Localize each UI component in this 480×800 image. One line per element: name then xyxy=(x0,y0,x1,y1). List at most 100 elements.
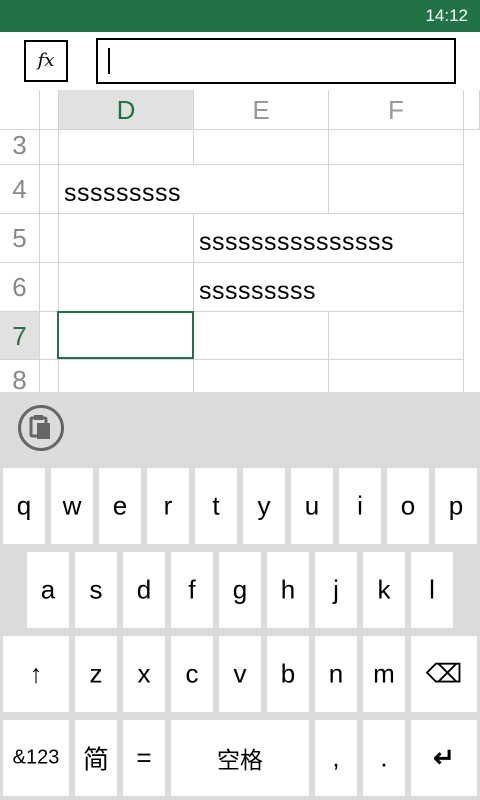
cell-f4[interactable] xyxy=(329,165,464,214)
cell-e6-text: sssssssss xyxy=(199,277,316,305)
key-y[interactable]: y xyxy=(243,468,285,544)
suggestion-bar xyxy=(0,392,480,466)
key-label: y xyxy=(257,490,271,521)
shift-key[interactable]: ↑ xyxy=(3,636,69,712)
clipboard-button[interactable] xyxy=(18,405,64,451)
key-label: m xyxy=(373,658,395,689)
row-header-4[interactable]: 4 xyxy=(0,165,40,214)
key-label: p xyxy=(448,490,464,521)
key-label: e xyxy=(112,490,128,521)
key-g[interactable]: g xyxy=(219,552,261,628)
selected-cell-d7[interactable] xyxy=(57,311,194,359)
key-label: j xyxy=(333,574,339,605)
comma-key[interactable]: , xyxy=(315,720,357,796)
cell-e5-text: sssssssssssssss xyxy=(199,228,394,256)
key-m[interactable]: m xyxy=(363,636,405,712)
key-u[interactable]: u xyxy=(291,468,333,544)
cell-e8[interactable] xyxy=(194,360,329,392)
cell-d3[interactable] xyxy=(59,130,194,165)
key-i[interactable]: i xyxy=(339,468,381,544)
key-label: g xyxy=(232,574,248,605)
key-label: &123 xyxy=(12,746,60,769)
formula-input[interactable] xyxy=(96,38,456,84)
cell-e4[interactable] xyxy=(194,165,329,214)
cell-f8[interactable] xyxy=(329,360,464,392)
key-label: u xyxy=(304,490,320,521)
key-t[interactable]: t xyxy=(195,468,237,544)
cell-f3[interactable] xyxy=(329,130,464,165)
key-e[interactable]: e xyxy=(99,468,141,544)
key-b[interactable]: b xyxy=(267,636,309,712)
key-s[interactable]: s xyxy=(75,552,117,628)
row-header-7[interactable]: 7 xyxy=(0,312,40,360)
cell-f7[interactable] xyxy=(329,312,464,360)
key-d[interactable]: d xyxy=(123,552,165,628)
key-label: d xyxy=(136,574,152,605)
cell-d6[interactable] xyxy=(59,263,194,312)
row-header-8[interactable]: 8 xyxy=(0,360,40,392)
cell-d8[interactable] xyxy=(59,360,194,392)
key-label: . xyxy=(380,742,388,773)
key-h[interactable]: h xyxy=(267,552,309,628)
key-label: k xyxy=(377,574,391,605)
row-6-stub[interactable] xyxy=(40,263,59,312)
language-key[interactable]: 简 xyxy=(75,720,117,796)
row-header-5[interactable]: 5 xyxy=(0,214,40,263)
period-key[interactable]: . xyxy=(363,720,405,796)
row-3-stub[interactable] xyxy=(40,130,59,165)
key-q[interactable]: q xyxy=(3,468,45,544)
backspace-key[interactable]: ⌫ xyxy=(411,636,477,712)
column-header-f[interactable]: F xyxy=(329,90,464,130)
row-header-3[interactable]: 3 xyxy=(0,130,40,165)
key-n[interactable]: n xyxy=(315,636,357,712)
key-a[interactable]: a xyxy=(27,552,69,628)
cell-e7[interactable] xyxy=(194,312,329,360)
key-p[interactable]: p xyxy=(435,468,477,544)
enter-key[interactable]: ↵ xyxy=(411,720,477,796)
key-j[interactable]: j xyxy=(315,552,357,628)
key-v[interactable]: v xyxy=(219,636,261,712)
key-label: n xyxy=(328,658,344,689)
key-label: b xyxy=(280,658,296,689)
key-label: s xyxy=(89,574,103,605)
key-k[interactable]: k xyxy=(363,552,405,628)
key-label: t xyxy=(212,490,220,521)
cell-d5[interactable] xyxy=(59,214,194,263)
formula-bar: fx xyxy=(0,32,480,90)
text-caret xyxy=(108,48,110,74)
status-bar: 14:12 xyxy=(0,0,480,32)
key-label: = xyxy=(136,742,152,773)
key-z[interactable]: z xyxy=(75,636,117,712)
row-5-stub[interactable] xyxy=(40,214,59,263)
column-header-e[interactable]: E xyxy=(194,90,329,130)
key-f[interactable]: f xyxy=(171,552,213,628)
cell-f6[interactable] xyxy=(329,263,464,312)
row-header-6[interactable]: 6 xyxy=(0,263,40,312)
equals-key[interactable]: = xyxy=(123,720,165,796)
cell-e3[interactable] xyxy=(194,130,329,165)
key-o[interactable]: o xyxy=(387,468,429,544)
fx-button[interactable]: fx xyxy=(24,40,68,82)
shift-icon: ↑ xyxy=(29,658,43,689)
select-all-corner[interactable] xyxy=(0,90,40,130)
spreadsheet-grid[interactable]: D E F 3 4 sssssssss 5 sssssssssssssss 6 … xyxy=(0,90,480,392)
key-c[interactable]: c xyxy=(171,636,213,712)
space-key[interactable]: 空格 xyxy=(171,720,309,796)
key-x[interactable]: x xyxy=(123,636,165,712)
row-8-stub[interactable] xyxy=(40,360,59,392)
column-c-stub[interactable] xyxy=(40,90,59,130)
numeric-key[interactable]: &123 xyxy=(3,720,69,796)
key-label: w xyxy=(62,490,82,521)
row-4-stub[interactable] xyxy=(40,165,59,214)
key-r[interactable]: r xyxy=(147,468,189,544)
clipboard-icon xyxy=(29,415,50,439)
column-header-d[interactable]: D xyxy=(59,90,194,130)
key-l[interactable]: l xyxy=(411,552,453,628)
key-label: i xyxy=(357,490,363,521)
column-header-g[interactable] xyxy=(464,90,480,130)
key-w[interactable]: w xyxy=(51,468,93,544)
cell-d4-text: sssssssss xyxy=(64,179,181,207)
key-label: c xyxy=(185,658,199,689)
key-label: v xyxy=(233,658,247,689)
key-label: l xyxy=(429,574,435,605)
